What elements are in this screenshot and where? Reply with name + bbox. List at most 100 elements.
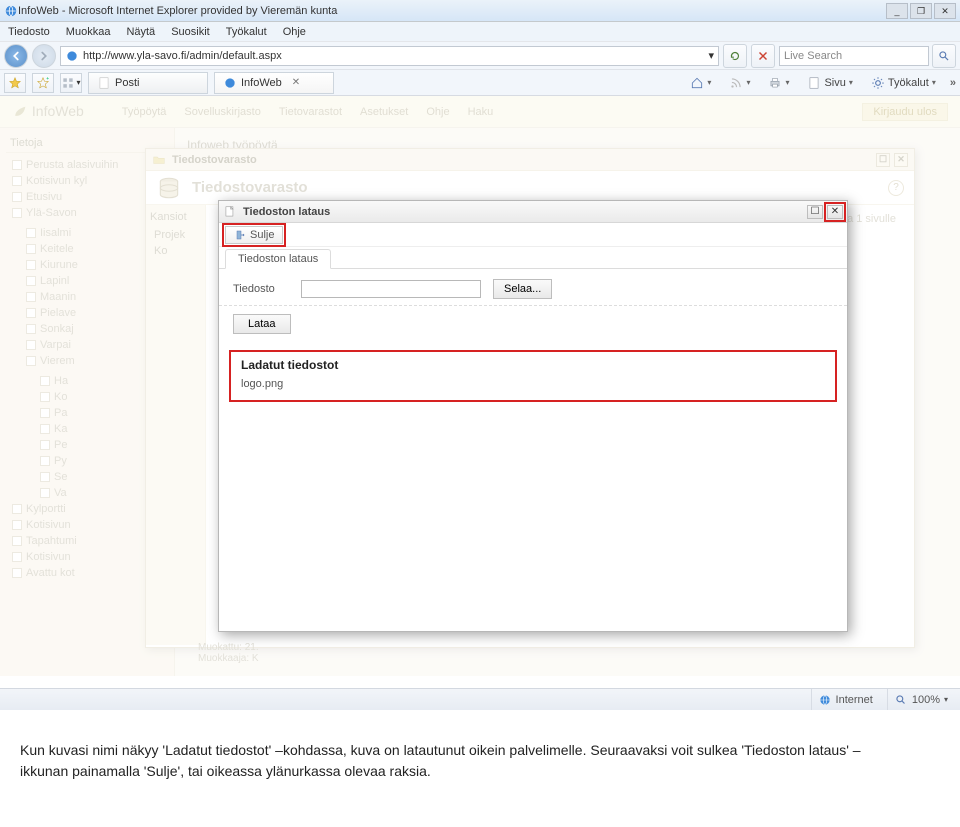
address-bar[interactable]: http://www.yla-savo.fi/admin/default.asp…	[60, 46, 719, 66]
filestore-folders-panel: Kansiot Projek Ko	[146, 205, 206, 645]
folder-item[interactable]: Projek	[154, 227, 201, 243]
upload-tab[interactable]: Tiedoston lataus	[225, 249, 331, 269]
page-icon	[807, 76, 821, 90]
search-go-button[interactable]	[932, 44, 956, 68]
menu-muokkaa[interactable]: Muokkaa	[62, 24, 115, 40]
printer-icon	[768, 76, 782, 90]
file-path-input[interactable]	[301, 280, 481, 298]
tab-close-icon[interactable]: ✕	[292, 77, 300, 88]
status-zoom[interactable]: 100% ▾	[887, 689, 954, 710]
star-icon	[8, 76, 22, 90]
page-icon	[97, 76, 111, 90]
tools-menu-label: Työkalut	[888, 77, 929, 89]
menu-suosikit[interactable]: Suosikit	[167, 24, 214, 40]
upload-dialog: Tiedoston lataus ☐ ✕ Sulje Tiedoston lat…	[218, 200, 848, 632]
status-zone: Internet	[811, 689, 879, 710]
tab-posti-label: Posti	[115, 77, 139, 89]
folder-item[interactable]: Ko	[154, 243, 201, 259]
tab-posti[interactable]: Posti	[88, 72, 208, 94]
browser-navbar: http://www.yla-savo.fi/admin/default.asp…	[0, 42, 960, 70]
status-zone-label: Internet	[836, 694, 873, 706]
refresh-icon	[728, 49, 742, 63]
filestore-titlebar: Tiedostovarasto ☐ ✕	[146, 149, 914, 171]
menu-ohje[interactable]: Ohje	[279, 24, 310, 40]
filestore-pager-info: tta 1 sivulle	[841, 211, 896, 227]
app-nav-haku[interactable]: Haku	[468, 106, 494, 118]
chevron-down-icon: ▾	[944, 695, 948, 704]
url-dropdown-icon[interactable]: ▾	[708, 49, 714, 62]
app-nav-tietovarastot[interactable]: Tietovarastot	[279, 106, 342, 118]
help-icon[interactable]: ?	[888, 180, 904, 196]
file-field-label: Tiedosto	[233, 283, 289, 295]
tools-menu[interactable]: Työkalut▾	[864, 73, 943, 93]
leaf-icon	[12, 104, 28, 120]
globe-icon	[65, 49, 79, 63]
chevron-down-icon: ▾	[785, 78, 789, 87]
app-nav-asetukset[interactable]: Asetukset	[360, 106, 408, 118]
refresh-button[interactable]	[723, 44, 747, 68]
sulje-button-label: Sulje	[250, 229, 274, 241]
feeds-button[interactable]: ▾	[722, 73, 757, 93]
app-nav-tyopoyta[interactable]: Työpöytä	[122, 106, 167, 118]
caption-text: Kun kuvasi nimi näkyy 'Ladatut tiedostot…	[20, 742, 861, 779]
menu-tiedosto[interactable]: Tiedosto	[4, 24, 54, 40]
filestore-folders-title: Kansiot	[150, 211, 201, 223]
tab-infoweb[interactable]: InfoWeb ✕	[214, 72, 334, 94]
ie-icon	[4, 4, 18, 18]
search-input[interactable]: Live Search	[779, 46, 929, 66]
page-menu-label: Sivu	[824, 77, 845, 89]
uploaded-files-box: Ladatut tiedostot logo.png	[229, 350, 837, 402]
window-close-button[interactable]: ✕	[934, 3, 956, 19]
app-logo-label: InfoWeb	[32, 103, 84, 119]
browse-button-label: Selaa...	[504, 283, 541, 295]
upload-close-button[interactable]: ✕	[827, 205, 843, 219]
stop-button[interactable]	[751, 44, 775, 68]
window-title: InfoWeb - Microsoft Internet Explorer pr…	[18, 5, 884, 17]
gear-icon	[871, 76, 885, 90]
page-menu[interactable]: Sivu▾	[800, 73, 859, 93]
upload-tab-label: Tiedoston lataus	[238, 253, 318, 265]
feed-icon	[729, 76, 743, 90]
app-nav-sovelluskirjasto[interactable]: Sovelluskirjasto	[184, 106, 260, 118]
instruction-caption: Kun kuvasi nimi näkyy 'Ladatut tiedostot…	[0, 710, 920, 792]
globe-icon	[818, 693, 832, 707]
chevron-down-icon: ▾	[76, 78, 80, 87]
tab-grid-button[interactable]: ▾	[60, 73, 82, 93]
filestore-close-button[interactable]: ✕	[894, 153, 908, 167]
upload-toolbar: Sulje	[219, 223, 847, 247]
arrow-right-icon	[37, 49, 51, 63]
overflow-chevron[interactable]: »	[950, 77, 956, 89]
search-icon	[937, 49, 951, 63]
filestore-max-button[interactable]: ☐	[876, 153, 890, 167]
browser-menubar: Tiedosto Muokkaa Näytä Suosikit Työkalut…	[0, 22, 960, 42]
add-favorite-button[interactable]	[32, 73, 54, 93]
ie-page-icon	[223, 76, 237, 90]
home-icon	[690, 76, 704, 90]
print-button[interactable]: ▾	[761, 73, 796, 93]
window-minimize-button[interactable]: _	[886, 3, 908, 19]
home-button[interactable]: ▾	[683, 73, 718, 93]
upload-maximize-button[interactable]: ☐	[807, 205, 823, 219]
window-restore-button[interactable]: ❐	[910, 3, 932, 19]
zoom-icon	[894, 693, 908, 707]
nav-back-button[interactable]	[4, 44, 28, 68]
status-bar: Internet 100% ▾	[0, 688, 960, 710]
app-nav-ohje[interactable]: Ohje	[426, 106, 449, 118]
upload-title: Tiedoston lataus	[243, 206, 330, 218]
tab-strip: ▾ Posti InfoWeb ✕ ▾ ▾ ▾ Sivu▾ Työkalut▾ …	[0, 70, 960, 96]
app-topbar: InfoWeb Työpöytä Sovelluskirjasto Tietov…	[0, 96, 960, 128]
browser-frame: InfoWeb - Microsoft Internet Explorer pr…	[0, 0, 960, 710]
upload-tabs: Tiedoston lataus	[219, 247, 847, 269]
grid-icon	[61, 76, 75, 90]
menu-tyokalut[interactable]: Työkalut	[222, 24, 271, 40]
uploaded-files-heading: Ladatut tiedostot	[241, 358, 825, 372]
upload-action-row: Lataa	[219, 306, 847, 344]
app-logout-button[interactable]: Kirjaudu ulos	[862, 103, 948, 121]
upload-button[interactable]: Lataa	[233, 314, 291, 334]
menu-nayta[interactable]: Näytä	[122, 24, 159, 40]
filestore-editor: Muokkaaja: K	[198, 653, 259, 664]
nav-forward-button[interactable]	[32, 44, 56, 68]
favorites-star-button[interactable]	[4, 73, 26, 93]
sulje-button[interactable]: Sulje	[225, 226, 283, 244]
browse-button[interactable]: Selaa...	[493, 279, 552, 299]
